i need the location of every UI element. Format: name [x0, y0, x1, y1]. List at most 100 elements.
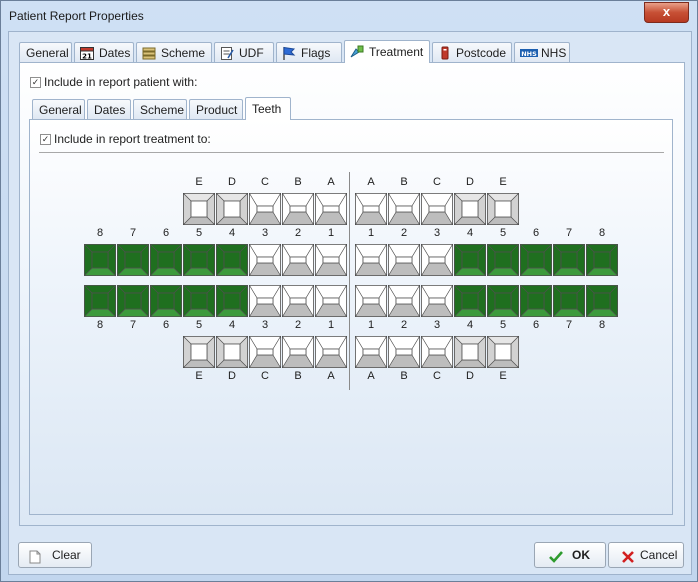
- lower-left-primary-tooth-D[interactable]: [453, 335, 487, 369]
- tab-flags[interactable]: Flags: [276, 42, 342, 62]
- subtab-dates[interactable]: Dates: [87, 99, 131, 119]
- lower-right-primary-label-B: B: [294, 370, 302, 382]
- lower-right-permanent-tooth-6[interactable]: [149, 284, 183, 318]
- upper-left-permanent-label-1: 1: [367, 227, 375, 239]
- lower-left-permanent-tooth-3[interactable]: [420, 284, 454, 318]
- upper-left-primary-tooth-D[interactable]: [453, 192, 487, 226]
- lower-right-permanent-label-4: 4: [228, 319, 236, 331]
- lower-left-permanent-tooth-7[interactable]: [552, 284, 586, 318]
- lower-right-permanent-tooth-4[interactable]: [215, 284, 249, 318]
- upper-left-permanent-tooth-5[interactable]: [486, 243, 520, 277]
- lower-left-permanent-tooth-2[interactable]: [387, 284, 421, 318]
- tab-general[interactable]: General: [19, 42, 72, 62]
- separator: [39, 152, 664, 153]
- lower-left-primary-tooth-A[interactable]: [354, 335, 388, 369]
- upper-right-primary-tooth-E[interactable]: [182, 192, 216, 226]
- upper-right-permanent-tooth-1[interactable]: [314, 243, 348, 277]
- lower-right-primary-label-A: A: [327, 370, 335, 382]
- clear-button[interactable]: Clear: [18, 542, 92, 568]
- subtab-general[interactable]: General: [32, 99, 85, 119]
- upper-right-permanent-tooth-7[interactable]: [116, 243, 150, 277]
- lower-left-permanent-tooth-8[interactable]: [585, 284, 619, 318]
- upper-left-primary-label-C: C: [433, 176, 441, 188]
- dialog-client: General 21 Dates Scheme UDF Flags Treatm…: [8, 31, 692, 575]
- lower-left-permanent-tooth-4[interactable]: [453, 284, 487, 318]
- upper-left-primary-label-A: A: [367, 176, 375, 188]
- lower-left-primary-tooth-C[interactable]: [420, 335, 454, 369]
- tab-treatment[interactable]: Treatment: [344, 40, 430, 63]
- upper-right-permanent-tooth-8[interactable]: [83, 243, 117, 277]
- subtab-product[interactable]: Product: [189, 99, 243, 119]
- upper-left-primary-tooth-E[interactable]: [486, 192, 520, 226]
- calendar-icon: 21: [80, 46, 94, 61]
- lower-right-primary-tooth-D[interactable]: [215, 335, 249, 369]
- lower-left-primary-label-E: E: [499, 370, 507, 382]
- lower-left-primary-tooth-E[interactable]: [486, 335, 520, 369]
- upper-right-primary-tooth-A[interactable]: [314, 192, 348, 226]
- lower-left-permanent-tooth-1[interactable]: [354, 284, 388, 318]
- tab-postcode[interactable]: Postcode: [432, 42, 512, 62]
- upper-left-permanent-tooth-7[interactable]: [552, 243, 586, 277]
- lower-left-primary-label-C: C: [433, 370, 441, 382]
- dialog-window: Patient Report Properties x General 21 D…: [0, 0, 698, 582]
- lower-left-permanent-label-7: 7: [565, 319, 573, 331]
- lower-right-permanent-tooth-2[interactable]: [281, 284, 315, 318]
- lower-left-permanent-tooth-6[interactable]: [519, 284, 553, 318]
- upper-left-permanent-tooth-1[interactable]: [354, 243, 388, 277]
- upper-left-permanent-label-2: 2: [400, 227, 408, 239]
- upper-right-primary-label-E: E: [195, 176, 203, 188]
- lower-right-permanent-label-5: 5: [195, 319, 203, 331]
- lower-left-permanent-label-1: 1: [367, 319, 375, 331]
- upper-left-permanent-label-4: 4: [466, 227, 474, 239]
- lower-left-primary-tooth-B[interactable]: [387, 335, 421, 369]
- include-patient-checkbox[interactable]: ✓: [30, 77, 41, 88]
- upper-left-primary-tooth-A[interactable]: [354, 192, 388, 226]
- cancel-button[interactable]: Cancel: [608, 542, 684, 568]
- tab-scheme[interactable]: Scheme: [136, 42, 212, 62]
- include-treatment-checkbox[interactable]: ✓: [40, 134, 51, 145]
- upper-right-primary-tooth-D[interactable]: [215, 192, 249, 226]
- upper-right-permanent-label-1: 1: [327, 227, 335, 239]
- scheme-icon: [142, 46, 156, 60]
- lower-right-permanent-tooth-8[interactable]: [83, 284, 117, 318]
- lower-right-permanent-tooth-5[interactable]: [182, 284, 216, 318]
- upper-right-primary-label-C: C: [261, 176, 269, 188]
- upper-right-permanent-tooth-2[interactable]: [281, 243, 315, 277]
- upper-right-primary-label-B: B: [294, 176, 302, 188]
- upper-right-permanent-tooth-4[interactable]: [215, 243, 249, 277]
- upper-left-primary-label-E: E: [499, 176, 507, 188]
- tab-dates[interactable]: 21 Dates: [74, 42, 134, 62]
- subtab-scheme[interactable]: Scheme: [133, 99, 187, 119]
- upper-right-permanent-label-7: 7: [129, 227, 137, 239]
- tab-udf[interactable]: UDF: [214, 42, 274, 62]
- upper-right-permanent-label-2: 2: [294, 227, 302, 239]
- upper-right-permanent-label-6: 6: [162, 227, 170, 239]
- tab-nhs[interactable]: NHS NHS: [514, 42, 570, 62]
- upper-left-permanent-tooth-2[interactable]: [387, 243, 421, 277]
- subtab-teeth[interactable]: Teeth: [245, 97, 291, 120]
- upper-right-permanent-tooth-5[interactable]: [182, 243, 216, 277]
- upper-right-permanent-tooth-3[interactable]: [248, 243, 282, 277]
- ok-button[interactable]: OK: [534, 542, 606, 568]
- lower-right-permanent-tooth-7[interactable]: [116, 284, 150, 318]
- lower-right-primary-tooth-A[interactable]: [314, 335, 348, 369]
- lower-right-primary-tooth-E[interactable]: [182, 335, 216, 369]
- upper-right-permanent-tooth-6[interactable]: [149, 243, 183, 277]
- upper-left-permanent-tooth-6[interactable]: [519, 243, 553, 277]
- lower-right-primary-tooth-C[interactable]: [248, 335, 282, 369]
- lower-left-permanent-tooth-5[interactable]: [486, 284, 520, 318]
- lower-right-permanent-tooth-3[interactable]: [248, 284, 282, 318]
- title-bar[interactable]: Patient Report Properties x: [1, 1, 697, 31]
- upper-left-permanent-tooth-3[interactable]: [420, 243, 454, 277]
- upper-left-primary-tooth-C[interactable]: [420, 192, 454, 226]
- lower-right-primary-tooth-B[interactable]: [281, 335, 315, 369]
- lower-right-permanent-tooth-1[interactable]: [314, 284, 348, 318]
- upper-left-permanent-tooth-8[interactable]: [585, 243, 619, 277]
- upper-left-permanent-tooth-4[interactable]: [453, 243, 487, 277]
- lower-right-primary-label-E: E: [195, 370, 203, 382]
- upper-left-primary-tooth-B[interactable]: [387, 192, 421, 226]
- lower-right-permanent-label-2: 2: [294, 319, 302, 331]
- upper-right-primary-tooth-C[interactable]: [248, 192, 282, 226]
- upper-right-primary-tooth-B[interactable]: [281, 192, 315, 226]
- close-button[interactable]: x: [644, 2, 689, 23]
